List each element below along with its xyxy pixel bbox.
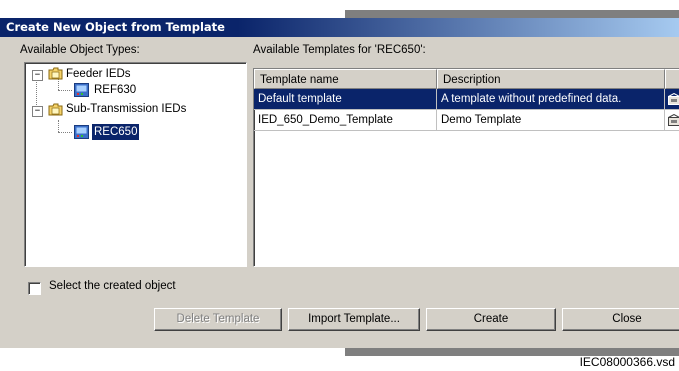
templates-label: Available Templates for 'REC650': [253, 44, 426, 56]
import-template-button[interactable]: Import Template... [288, 308, 420, 331]
dialog-titlebar[interactable]: Create New Object from Template [0, 18, 679, 37]
column-separator [664, 89, 665, 131]
ied-device-icon [74, 125, 89, 139]
close-button[interactable]: Close [562, 308, 679, 331]
object-types-label: Available Object Types: [20, 44, 140, 56]
row-separator [254, 130, 679, 131]
tree-item-rec650[interactable]: REC650 [92, 124, 140, 140]
select-created-object-checkbox[interactable] [28, 282, 41, 295]
column-header-template-name[interactable]: Template name [254, 69, 437, 89]
template-description-cell: A template without predefined data. [441, 93, 622, 105]
column-header-description[interactable]: Description [437, 69, 665, 89]
dialog-title: Create New Object from Template [6, 20, 225, 34]
column-header-extra[interactable] [665, 69, 679, 89]
tree-item-sub-transmission-ieds[interactable]: Sub-Transmission IEDs [66, 101, 186, 117]
object-types-tree[interactable]: − Feeder IEDs REF630 − Sub-Transmission … [24, 62, 247, 267]
templates-list[interactable]: Template name Description Default templa… [253, 68, 679, 267]
template-description-cell: Demo Template [441, 114, 522, 126]
column-separator [436, 89, 437, 131]
tree-connector [58, 132, 72, 133]
ied-device-icon [74, 83, 89, 97]
collapse-toggle-subtransmission[interactable]: − [32, 106, 43, 117]
tree-connector [58, 90, 72, 91]
delete-template-button[interactable]: Delete Template [154, 308, 282, 331]
figure-filename: IEC08000366.vsd [579, 355, 675, 369]
table-row[interactable]: Default template A template without pred… [254, 89, 679, 109]
tree-connector [58, 120, 59, 132]
template-name-cell: Default template [258, 93, 342, 105]
template-name-cell: IED_650_Demo_Template [258, 114, 393, 126]
select-created-object-label[interactable]: Select the created object [49, 280, 176, 292]
row-separator [254, 109, 679, 110]
tree-item-feeder-ieds[interactable]: Feeder IEDs [66, 66, 131, 82]
collapse-toggle-feeder[interactable]: − [32, 70, 43, 81]
template-icon [668, 114, 679, 126]
create-button[interactable]: Create [426, 308, 556, 331]
tree-item-ref630[interactable]: REF630 [94, 82, 136, 98]
template-icon [668, 93, 679, 105]
folder-icon [48, 67, 63, 80]
folder-icon [48, 103, 63, 116]
background-strip-top [345, 10, 679, 18]
table-row[interactable]: IED_650_Demo_Template Demo Template [254, 110, 679, 130]
